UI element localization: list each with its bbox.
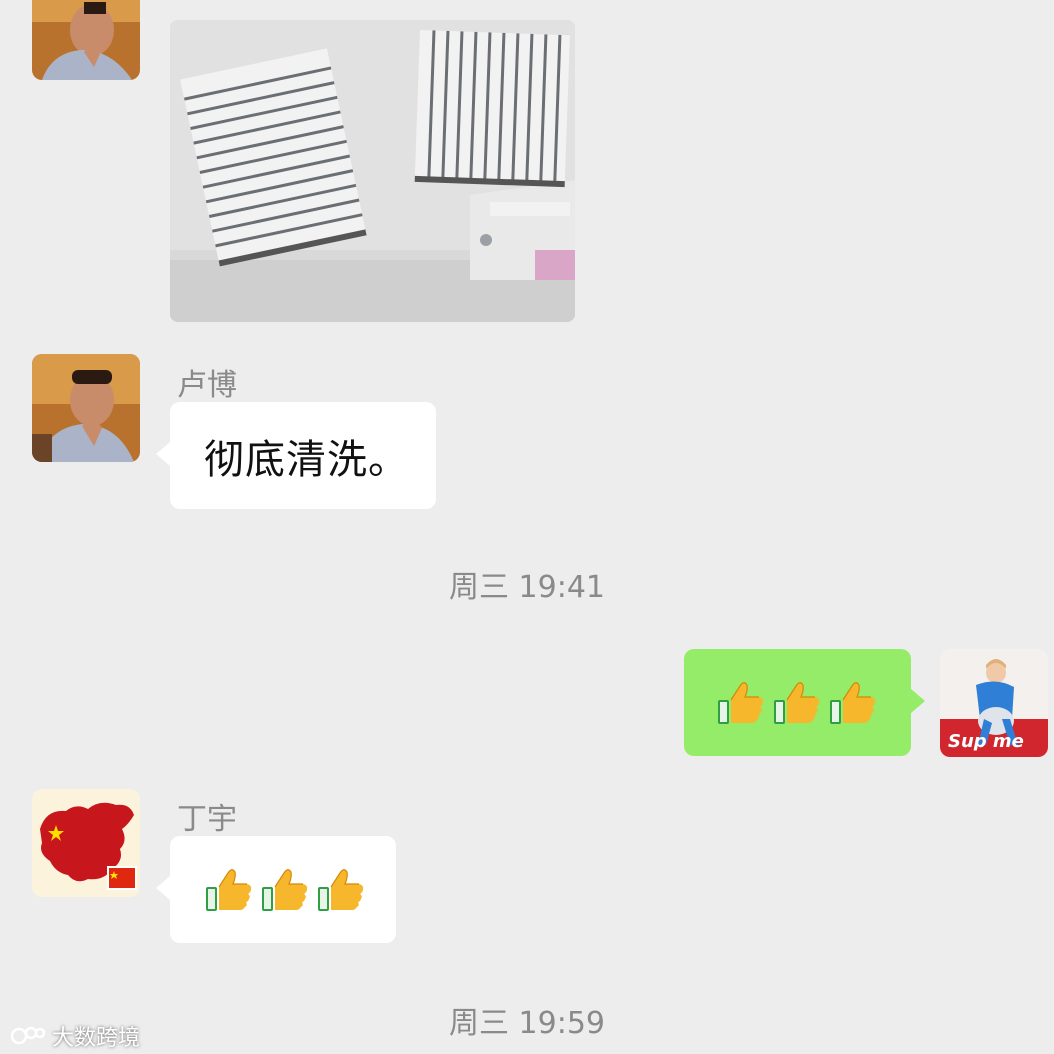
avatar-lubo-2[interactable]	[32, 354, 140, 462]
watermark: 大数跨境	[10, 1020, 140, 1052]
thumbs-up-emoji-group	[204, 865, 366, 915]
thumbs-up-icon	[260, 865, 310, 915]
thumbs-up-icon	[316, 865, 366, 915]
avatar-dingyu[interactable]	[32, 789, 140, 897]
watermark-text: 大数跨境	[52, 1026, 141, 1051]
man-avatar-icon	[32, 0, 140, 80]
watermark-logo-icon	[10, 1026, 46, 1045]
avatar-lubo-1[interactable]	[32, 0, 140, 80]
timestamp: 周三 19:41	[449, 570, 605, 605]
avatar-self[interactable]: Sup me	[940, 649, 1048, 757]
bubble-tail	[156, 442, 170, 466]
bubble-tail	[911, 689, 925, 713]
thumbs-up-icon	[204, 865, 254, 915]
thumbs-up-icon	[828, 678, 878, 728]
sender-name: 卢博	[177, 368, 237, 403]
thumbs-up-icon	[772, 678, 822, 728]
message-text: 彻底清洗。	[204, 436, 409, 483]
thumbs-up-emoji-group	[716, 678, 878, 728]
bubble-tail	[156, 876, 170, 900]
message-bubble-incoming[interactable]	[156, 836, 396, 943]
message-bubble-outgoing[interactable]	[684, 649, 925, 756]
china-map-avatar-icon	[32, 789, 140, 897]
thumbs-up-icon	[716, 678, 766, 728]
message-bubble-incoming[interactable]: 彻底清洗。	[156, 402, 436, 509]
girl-avatar-icon: Sup me	[940, 649, 1048, 757]
man-avatar-icon	[32, 354, 140, 462]
svg-text:Sup me: Sup me	[948, 731, 1024, 752]
towel-photo-image	[170, 20, 575, 322]
shared-photo-towels[interactable]	[170, 20, 575, 322]
timestamp: 周三 19:59	[449, 1006, 605, 1041]
sender-name: 丁宇	[177, 802, 237, 837]
